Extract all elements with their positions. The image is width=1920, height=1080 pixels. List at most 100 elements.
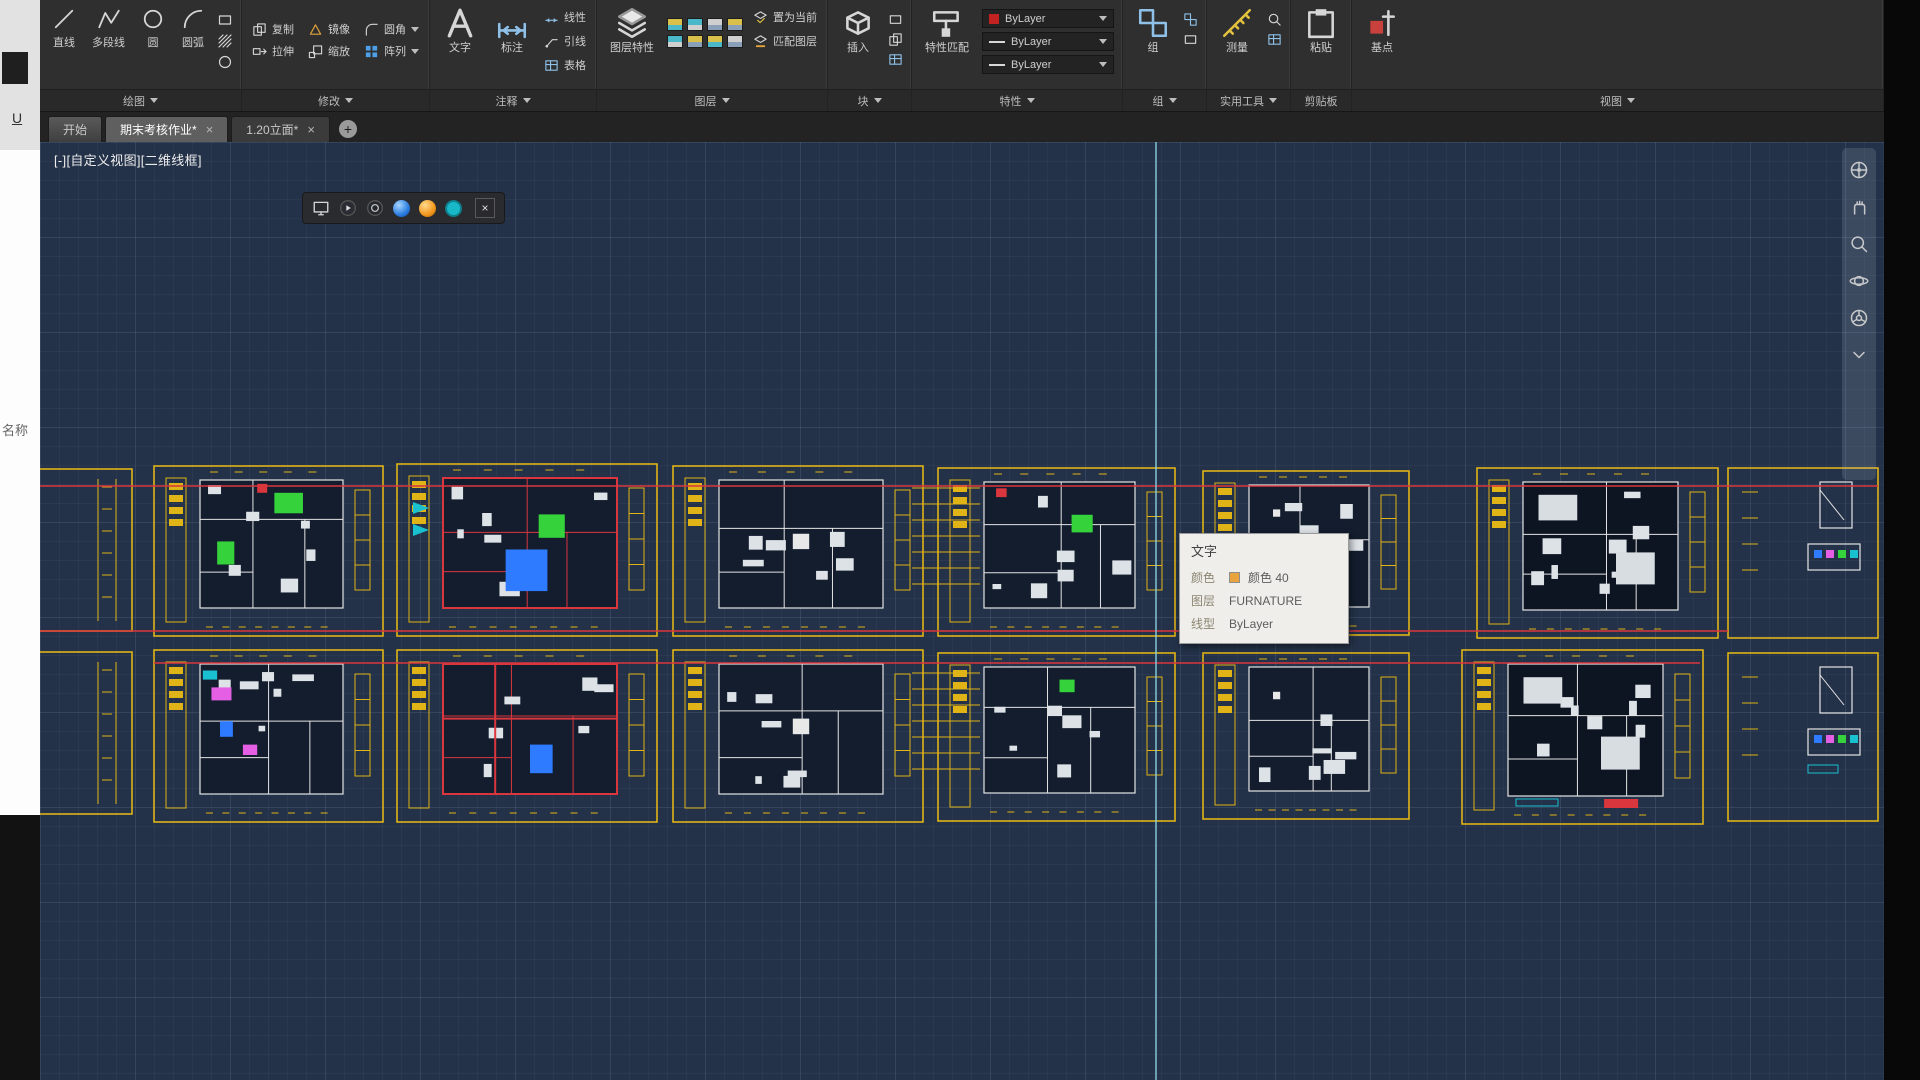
ribbon-panel-utilities: 测量 实用工具 bbox=[1207, 0, 1291, 111]
linetype-dropdown[interactable]: ByLayer bbox=[982, 55, 1114, 74]
tab-final-exam-drawing[interactable]: 期末考核作业* × bbox=[105, 116, 228, 142]
chevron-down-icon[interactable] bbox=[1849, 345, 1869, 365]
layer-tool-icon[interactable] bbox=[667, 35, 683, 48]
paste-button[interactable]: 粘贴 bbox=[1299, 4, 1343, 57]
match-properties-button[interactable]: 特性匹配 bbox=[920, 4, 974, 57]
dimension-button[interactable]: 标注 bbox=[490, 4, 534, 57]
chevron-down-icon bbox=[150, 98, 158, 103]
ungroup-icon[interactable] bbox=[1183, 12, 1198, 27]
insert-button[interactable]: 插入 bbox=[836, 4, 880, 57]
rollover-tooltip: 文字 颜色 颜色 40 图层 FURNATURE 线型 ByLayer bbox=[1179, 533, 1349, 644]
polyline-button[interactable]: 多段线 bbox=[88, 4, 129, 53]
panel-label-clipboard[interactable]: 剪贴板 bbox=[1291, 89, 1351, 111]
zoom-icon[interactable] bbox=[1849, 234, 1869, 254]
chevron-down-icon bbox=[1099, 39, 1107, 44]
blue-sphere-icon[interactable] bbox=[393, 200, 410, 217]
layer-properties-button[interactable]: 图层特性 bbox=[605, 4, 659, 57]
pan-hand-icon[interactable] bbox=[1849, 197, 1869, 217]
arc-button[interactable]: 圆弧 bbox=[177, 4, 209, 53]
scale-icon bbox=[308, 44, 323, 59]
mirror-button[interactable]: 镜像 bbox=[306, 20, 352, 38]
fillet-icon bbox=[364, 22, 379, 37]
teal-badge-icon[interactable] bbox=[445, 200, 462, 217]
group-edit-icon[interactable] bbox=[1183, 32, 1198, 47]
tooltip-row-layer: 图层 FURNATURE bbox=[1191, 592, 1337, 609]
navigation-bar bbox=[1842, 148, 1876, 480]
ring-badge-icon[interactable] bbox=[366, 199, 384, 217]
nav-wheel-icon[interactable] bbox=[1849, 160, 1869, 180]
lineweight-dropdown[interactable]: ByLayer bbox=[982, 32, 1114, 51]
play-badge-icon[interactable] bbox=[339, 199, 357, 217]
chevron-down-icon bbox=[1627, 98, 1635, 103]
panel-label-block[interactable]: 块 bbox=[828, 89, 911, 111]
copy-button[interactable]: 复制 bbox=[250, 20, 296, 38]
layer-tool-icon[interactable] bbox=[727, 35, 743, 48]
edit-block-icon[interactable] bbox=[888, 32, 903, 47]
color-swatch-icon bbox=[989, 14, 999, 24]
measure-button[interactable]: 测量 bbox=[1215, 4, 1259, 57]
text-button[interactable]: 文字 bbox=[438, 4, 482, 57]
linear-dim-button[interactable]: 线性 bbox=[542, 8, 588, 26]
tab-start[interactable]: 开始 bbox=[48, 116, 102, 142]
line-icon bbox=[52, 7, 76, 31]
new-tab-button[interactable]: + bbox=[339, 120, 357, 138]
ribbon-panel-clipboard: 粘贴 剪贴板 bbox=[1291, 0, 1352, 111]
scale-button[interactable]: 缩放 bbox=[306, 42, 352, 60]
rectangle-icon[interactable] bbox=[217, 12, 233, 28]
array-button[interactable]: 阵列 bbox=[362, 42, 421, 60]
panel-label-properties[interactable]: 特性 bbox=[912, 89, 1122, 111]
close-icon[interactable]: × bbox=[307, 123, 315, 136]
chevron-down-icon bbox=[1099, 16, 1107, 21]
calculator-icon[interactable] bbox=[1267, 32, 1282, 47]
create-block-icon[interactable] bbox=[888, 12, 903, 27]
layer-tool-icon[interactable] bbox=[707, 18, 723, 31]
panel-label-view[interactable]: 视图 bbox=[1352, 89, 1883, 111]
set-current-button[interactable]: 置为当前 bbox=[751, 8, 819, 26]
close-icon[interactable]: × bbox=[206, 123, 214, 136]
underline-button[interactable]: U bbox=[12, 110, 22, 126]
panel-label-modify[interactable]: 修改 bbox=[242, 89, 429, 111]
base-point-button[interactable]: 基点 bbox=[1360, 4, 1404, 57]
table-button[interactable]: 表格 bbox=[542, 56, 588, 74]
panel-label-utilities[interactable]: 实用工具 bbox=[1207, 89, 1290, 111]
quick-select-icon[interactable] bbox=[1267, 12, 1282, 27]
fillet-button[interactable]: 圆角 bbox=[362, 20, 421, 38]
panel-label-draw[interactable]: 绘图 bbox=[40, 89, 241, 111]
steering-wheel-icon[interactable] bbox=[1849, 308, 1869, 328]
ellipse-icon[interactable] bbox=[217, 54, 233, 70]
close-icon[interactable]: × bbox=[475, 198, 495, 218]
layer-tool-icon[interactable] bbox=[687, 35, 703, 48]
tab-elevation-drawing[interactable]: 1.20立面* × bbox=[231, 116, 330, 142]
panel-label-layers[interactable]: 图层 bbox=[597, 89, 827, 111]
layer-tool-icon[interactable] bbox=[687, 18, 703, 31]
block-attributes-icon[interactable] bbox=[888, 52, 903, 67]
layer-tool-icon[interactable] bbox=[727, 18, 743, 31]
dimension-icon bbox=[495, 6, 529, 40]
stretch-button[interactable]: 拉伸 bbox=[250, 42, 296, 60]
paste-icon bbox=[1304, 6, 1338, 40]
drawing-canvas[interactable]: [-][自定义视图][二维线框] × 文字 bbox=[40, 142, 1884, 1080]
panel-label-annotation[interactable]: 注释 bbox=[430, 89, 596, 111]
match-layer-button[interactable]: 匹配图层 bbox=[751, 32, 819, 50]
viewport-controls-label[interactable]: [-][自定义视图][二维线框] bbox=[54, 150, 202, 169]
object-color-dropdown[interactable]: ByLayer bbox=[982, 9, 1114, 28]
layer-tools bbox=[667, 18, 743, 48]
file-tab-bar: 开始 期末考核作业* × 1.20立面* × + bbox=[40, 112, 1884, 142]
orbit-icon[interactable] bbox=[1849, 271, 1869, 291]
text-icon bbox=[443, 6, 477, 40]
line-button[interactable]: 直线 bbox=[48, 4, 80, 53]
layer-tool-icon[interactable] bbox=[707, 35, 723, 48]
orange-sphere-icon[interactable] bbox=[419, 200, 436, 217]
layer-tool-icon[interactable] bbox=[667, 18, 683, 31]
circle-button[interactable]: 圆 bbox=[137, 4, 169, 53]
measure-icon bbox=[1220, 6, 1254, 40]
stretch-icon bbox=[252, 44, 267, 59]
panel-label-groups[interactable]: 组 bbox=[1123, 89, 1206, 111]
chevron-down-icon bbox=[1099, 62, 1107, 67]
lineweight-icon bbox=[989, 41, 1005, 43]
hatch-icon[interactable] bbox=[217, 33, 233, 49]
monitor-icon[interactable] bbox=[312, 199, 330, 217]
leader-icon bbox=[544, 34, 559, 49]
group-button[interactable]: 组 bbox=[1131, 4, 1175, 57]
leader-button[interactable]: 引线 bbox=[542, 32, 588, 50]
